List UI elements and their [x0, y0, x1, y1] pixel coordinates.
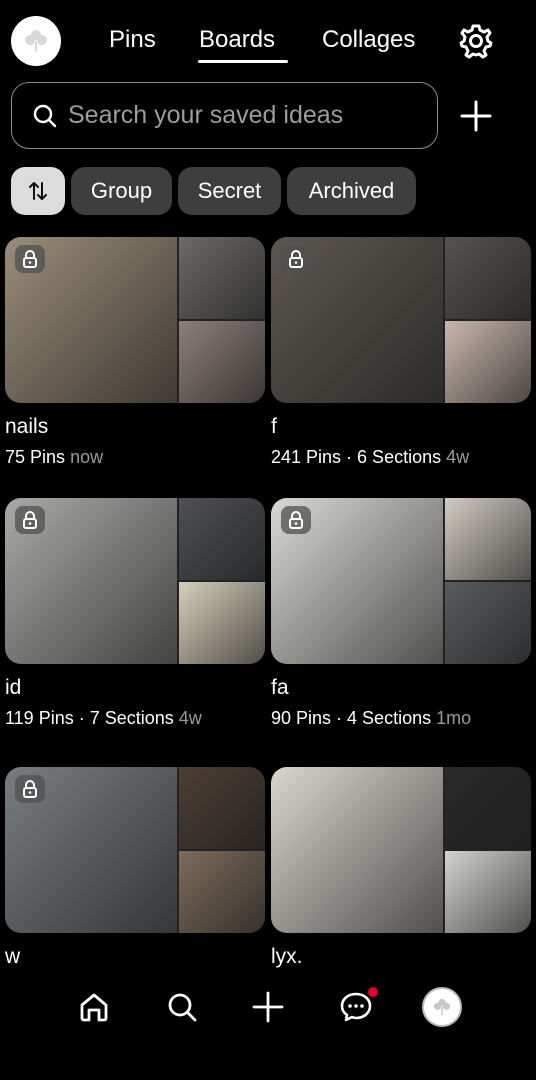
board-cover-side-top-image	[445, 498, 531, 580]
filter-archived-chip[interactable]: Archived	[287, 167, 416, 215]
nav-create[interactable]	[248, 987, 288, 1027]
filter-secret-chip[interactable]: Secret	[178, 167, 281, 215]
board-cover-side-top-image	[179, 767, 265, 849]
board-name: nails	[5, 415, 49, 438]
board-cover-side-bottom-image	[179, 582, 265, 664]
board-card[interactable]: f 241 Pins · 6 Sections 4w	[271, 237, 531, 468]
board-cover-main-image	[271, 767, 443, 933]
board-pin-count: 90 Pins · 4 Sections	[271, 708, 432, 728]
lock-icon	[281, 506, 311, 534]
board-pin-count: 75 Pins	[5, 447, 66, 467]
board-card[interactable]: lyx.	[271, 767, 531, 969]
lock-icon	[281, 245, 311, 273]
active-tab-indicator	[198, 60, 288, 63]
board-cover-side-bottom-image	[445, 851, 531, 933]
board-pin-count: 241 Pins · 6 Sections	[271, 447, 442, 467]
board-cover-side-bottom-image	[445, 582, 531, 664]
tab-boards[interactable]: Boards	[199, 26, 275, 54]
clover-icon	[25, 30, 47, 52]
board-card[interactable]: nails 75 Pins now	[5, 237, 265, 468]
board-updated-time: 4w	[446, 447, 470, 467]
board-meta: 119 Pins · 7 Sections 4w	[5, 708, 265, 729]
search-icon	[33, 104, 57, 127]
sort-arrows-icon	[29, 182, 47, 200]
board-updated-time: 1mo	[436, 708, 472, 728]
nav-profile[interactable]	[422, 987, 462, 1027]
board-updated-time: now	[70, 447, 104, 467]
search-icon	[168, 993, 197, 1022]
board-cover[interactable]	[271, 767, 531, 933]
notification-badge	[368, 987, 378, 997]
board-meta: 241 Pins · 6 Sections 4w	[271, 447, 531, 468]
board-pin-count: 119 Pins · 7 Sections	[5, 708, 174, 728]
top-header: Pins Boards Collages	[0, 0, 536, 80]
board-name: fa	[271, 676, 289, 699]
tab-collages[interactable]: Collages	[322, 26, 424, 54]
nav-home[interactable]	[74, 987, 114, 1027]
bottom-nav	[0, 975, 536, 1080]
board-card[interactable]: fa 90 Pins · 4 Sections 1mo	[271, 498, 531, 729]
clover-icon	[433, 998, 451, 1016]
board-cover-side-bottom-image	[179, 851, 265, 933]
board-cover[interactable]	[5, 237, 265, 403]
board-card[interactable]: w	[5, 767, 265, 969]
board-card[interactable]: id 119 Pins · 7 Sections 4w	[5, 498, 265, 729]
board-meta: 90 Pins · 4 Sections 1mo	[271, 708, 531, 729]
avatar[interactable]	[11, 16, 61, 66]
board-cover-side-bottom-image	[179, 321, 265, 403]
board-cover-side-top-image	[179, 498, 265, 580]
search-bar[interactable]	[11, 82, 438, 149]
sort-button[interactable]	[11, 167, 65, 215]
home-icon	[80, 993, 108, 1022]
gear-icon[interactable]	[457, 22, 495, 60]
board-name: w	[5, 945, 21, 968]
lock-icon	[15, 245, 45, 273]
board-cover[interactable]	[5, 767, 265, 933]
nav-search[interactable]	[162, 987, 202, 1027]
lock-icon	[15, 775, 45, 803]
plus-icon	[252, 991, 284, 1023]
board-cover-side-top-image	[445, 237, 531, 319]
board-cover[interactable]	[5, 498, 265, 664]
board-name: id	[5, 676, 22, 699]
tab-pins[interactable]: Pins	[109, 26, 156, 54]
board-cover[interactable]	[271, 498, 531, 664]
board-cover-side-top-image	[179, 237, 265, 319]
board-cover-side-top-image	[445, 767, 531, 849]
lock-icon	[15, 506, 45, 534]
board-name: f	[271, 415, 277, 438]
board-name: lyx.	[271, 945, 303, 968]
board-cover-side-bottom-image	[445, 321, 531, 403]
search-input[interactable]	[68, 101, 408, 130]
board-updated-time: 4w	[178, 708, 202, 728]
profile-icon	[422, 987, 462, 1027]
filter-group-chip[interactable]: Group	[71, 167, 172, 215]
board-cover[interactable]	[271, 237, 531, 403]
add-plus-icon[interactable]	[458, 98, 494, 134]
board-meta: 75 Pins now	[5, 447, 265, 468]
nav-messages[interactable]	[336, 987, 378, 1027]
